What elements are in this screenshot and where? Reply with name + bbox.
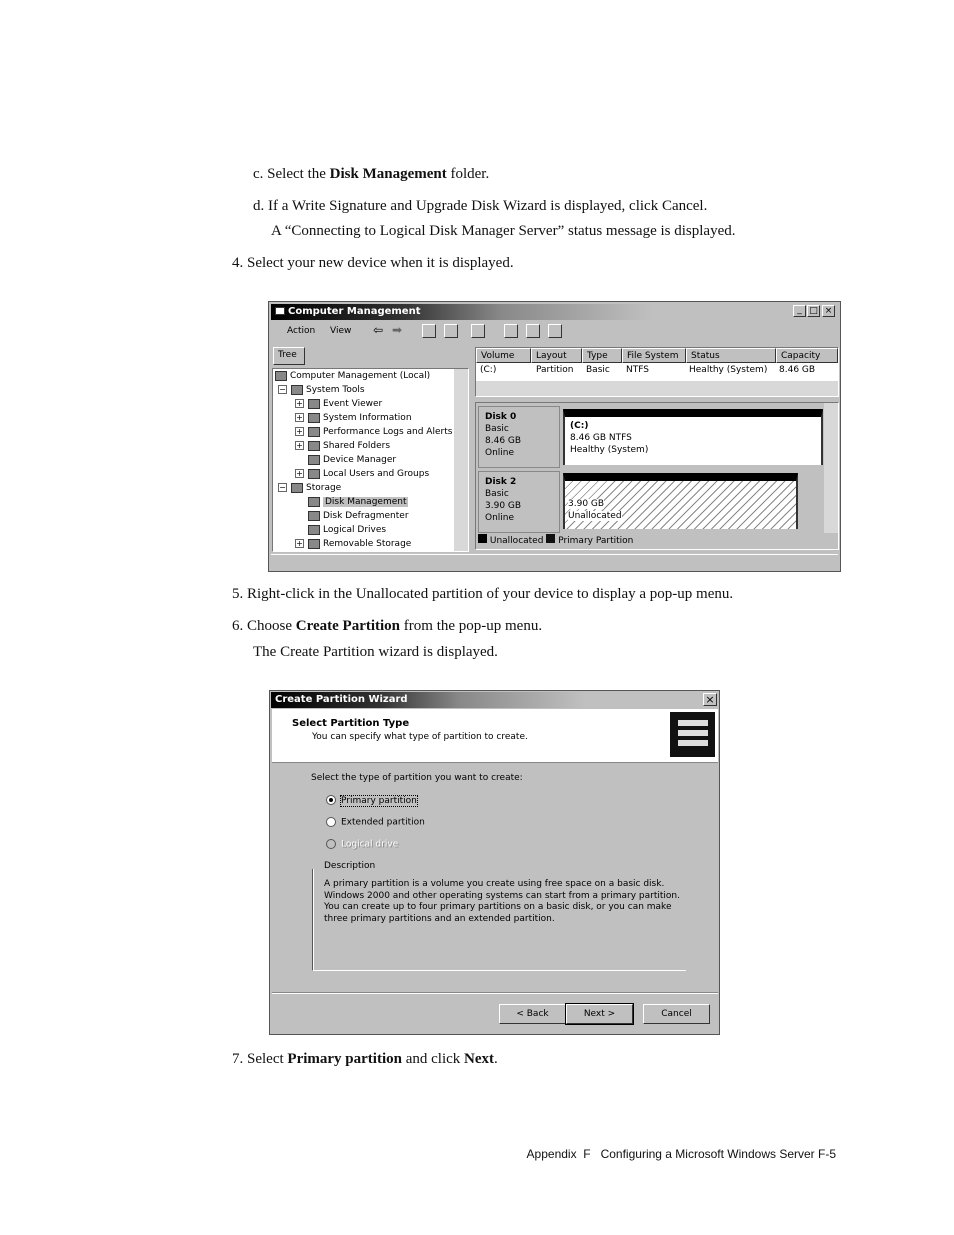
tree-item-local-users[interactable]: + Local Users and Groups (295, 467, 429, 481)
column-status[interactable]: Status (686, 348, 776, 363)
wizard-title-bar: Create Partition Wizard (271, 692, 585, 708)
step-c: c. Select the Disk Management folder. (253, 166, 490, 182)
disk-stack-icon (670, 712, 715, 757)
step-d: d. If a Write Signature and Upgrade Disk… (253, 198, 708, 214)
column-type[interactable]: Type (582, 348, 622, 363)
tree-item-device-manager[interactable]: Device Manager (308, 453, 396, 467)
radio-extended-partition[interactable]: Extended partition (326, 817, 425, 828)
status-bar (271, 554, 838, 570)
disk-0-info[interactable]: Disk 0 Basic 8.46 GB Online (478, 406, 560, 468)
wizard-subheading: You can specify what type of partition t… (312, 732, 528, 742)
tree-pane: Computer Management (Local) − System Tool… (272, 368, 469, 552)
menu-view[interactable]: View (330, 326, 351, 336)
tree-item-shared-folders[interactable]: + Shared Folders (295, 439, 390, 453)
disk-map-scrollbar[interactable] (824, 403, 838, 533)
forward-arrow-icon[interactable]: ➡ (392, 323, 402, 337)
description-label: Description (322, 861, 378, 871)
legend: Unallocated Primary Partition (478, 534, 633, 548)
tree-item-disk-management[interactable]: Disk Management (308, 495, 409, 509)
tree-item-disk-defragmenter[interactable]: Disk Defragmenter (308, 509, 409, 523)
properties-icon[interactable] (526, 324, 540, 338)
maximize-button[interactable]: □ (807, 305, 820, 317)
column-file-system[interactable]: File System (622, 348, 686, 363)
horizontal-scrollbar[interactable] (476, 381, 838, 396)
volume-list: Volume Layout Type File System Status Ca… (475, 347, 839, 397)
step-5: 5. Right-click in the Unallocated partit… (232, 586, 734, 602)
tree-item-system-tools[interactable]: − System Tools (278, 383, 365, 397)
wizard-header: Select Partition Type You can specify wh… (272, 709, 718, 763)
title-bar: Computer Management (271, 304, 653, 320)
cancel-button[interactable]: Cancel (643, 1004, 710, 1024)
tree-item-performance-logs[interactable]: + Performance Logs and Alerts (295, 425, 452, 439)
tree-item-removable-storage[interactable]: + Removable Storage (295, 537, 411, 551)
tree-item-computer-management[interactable]: Computer Management (Local) (275, 369, 430, 383)
step-7: 7. Select Primary partition and click Ne… (232, 1051, 498, 1067)
computer-management-window: Computer Management _ □ × Action View ⇦ … (268, 301, 841, 572)
disk-2-info[interactable]: Disk 2 Basic 3.90 GB Online (478, 471, 560, 533)
disk-map: Disk 0 Basic 8.46 GB Online (C:) 8.46 GB NTF… (475, 402, 839, 550)
next-button[interactable]: Next > (565, 1003, 634, 1025)
step-d-note: A “Connecting to Logical Disk Manager Se… (271, 223, 736, 239)
computer-icon (275, 307, 285, 315)
up-folder-icon[interactable] (422, 324, 436, 338)
tab-tree[interactable]: Tree (273, 347, 305, 365)
back-arrow-icon[interactable]: ⇦ (373, 323, 383, 337)
tree-item-system-information[interactable]: + System Information (295, 411, 412, 425)
step-6: 6. Choose Create Partition from the pop-… (232, 618, 543, 634)
tree-scrollbar[interactable] (454, 369, 468, 551)
menu-action[interactable]: Action (287, 326, 315, 336)
partition-type-prompt: Select the type of partition you want to… (311, 773, 523, 783)
radio-logical-drive: Logical drive (326, 839, 398, 850)
tree-item-logical-drives[interactable]: Logical Drives (308, 523, 386, 537)
step-6-note: The Create Partition wizard is displayed… (253, 644, 498, 660)
settings-icon[interactable] (548, 324, 562, 338)
minimize-button[interactable]: _ (793, 305, 806, 317)
divider (272, 992, 718, 994)
back-button[interactable]: < Back (499, 1004, 566, 1024)
column-capacity[interactable]: Capacity (776, 348, 838, 363)
description-text: A primary partition is a volume you crea… (324, 879, 680, 924)
wizard-heading: Select Partition Type (292, 718, 410, 729)
step-4: 4. Select your new device when it is dis… (232, 255, 514, 271)
page-footer: Appendix F Configuring a Microsoft Windo… (526, 1147, 836, 1161)
column-layout[interactable]: Layout (531, 348, 582, 363)
unallocated-partition[interactable]: 3.90 GB Unallocated (563, 473, 798, 529)
help-icon[interactable] (471, 324, 485, 338)
create-partition-wizard: Create Partition Wizard × Select Partiti… (269, 690, 720, 1035)
radio-primary-partition[interactable]: Primary partition (326, 794, 418, 807)
column-volume[interactable]: Volume (476, 348, 531, 363)
wizard-close-button[interactable]: × (703, 693, 717, 706)
tree-item-event-viewer[interactable]: + Event Viewer (295, 397, 382, 411)
show-tree-icon[interactable] (444, 324, 458, 338)
table-row[interactable]: (C:) Partition Basic NTFS Healthy (System) 8.… (476, 365, 838, 379)
tree-item-storage[interactable]: − Storage (278, 481, 341, 495)
partition-c[interactable]: (C:) 8.46 GB NTFS Healthy (System) (563, 409, 823, 465)
refresh-icon[interactable] (504, 324, 518, 338)
close-button[interactable]: × (822, 305, 835, 317)
